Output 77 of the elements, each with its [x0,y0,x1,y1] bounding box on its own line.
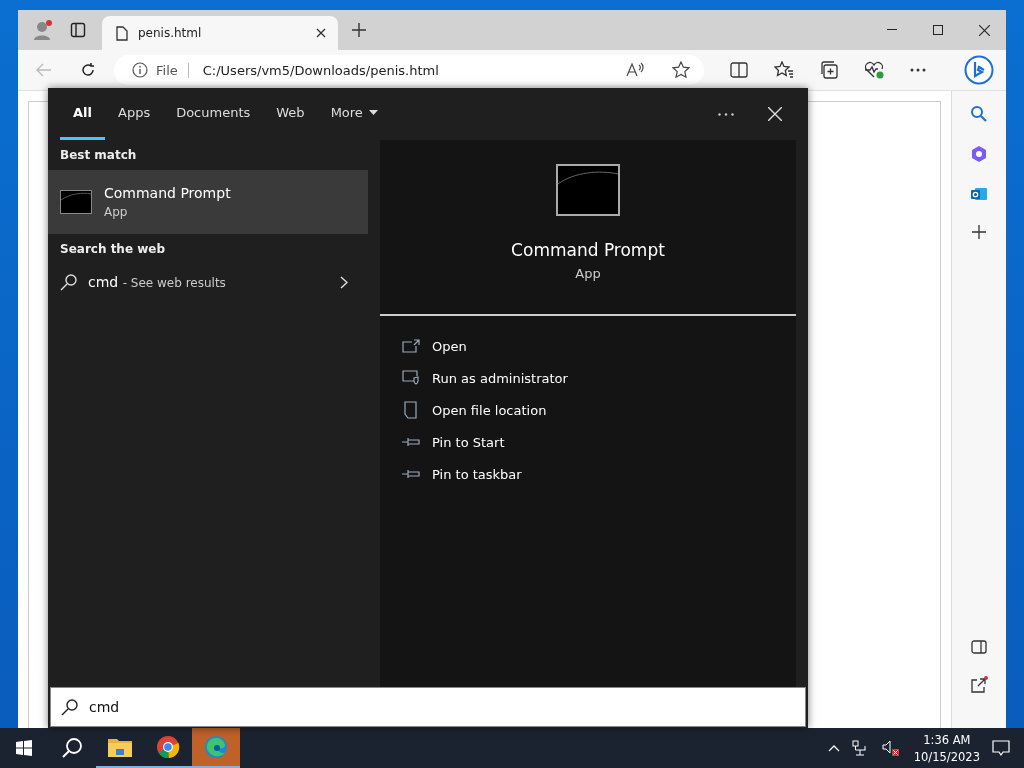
outlook-icon[interactable] [970,185,988,203]
action-item[interactable]: Run as administrator [402,362,796,394]
star-icon[interactable] [672,61,690,79]
action-item[interactable]: Open [402,330,796,362]
minimize-icon[interactable] [887,29,897,31]
new-tab-icon[interactable] [352,23,366,37]
folder-icon [108,737,132,757]
heartbeat-icon[interactable] [864,61,884,79]
read-aloud-icon[interactable] [626,62,644,78]
chrome-icon [156,735,180,759]
action-label: Run as administrator [432,370,568,386]
sidebar-icon[interactable] [971,640,987,654]
search-field[interactable]: cmd [50,687,806,727]
result-name: Command Prompt [104,185,231,201]
action-item[interactable]: Pin to Start [402,426,796,458]
profile-icon[interactable] [32,19,54,41]
search-icon[interactable] [970,105,988,123]
notifications-icon[interactable] [992,739,1010,757]
console-icon [556,164,620,216]
close-icon[interactable] [979,24,990,36]
action-item[interactable]: Open file location [402,394,796,426]
tab-title: penis.html [138,26,202,40]
bing-icon[interactable] [964,55,994,85]
add-icon[interactable] [972,225,986,239]
clock-date[interactable]: 10/15/2023 [913,749,980,764]
chevron-icon [340,275,348,289]
folder-icon [402,401,420,419]
search-tab[interactable]: All [60,88,105,140]
info-icon [132,62,148,78]
edge-icon [204,735,228,759]
more-icon[interactable] [910,68,926,72]
chevron-up-icon[interactable] [827,744,840,752]
section-heading: Search the web [59,242,167,256]
favorites-icon[interactable] [774,61,794,79]
preview-name: Command Prompt [511,240,665,260]
protocol-label: File [156,62,189,78]
external-link-icon[interactable] [969,676,989,694]
web-query: cmd - See web results [88,274,226,290]
result-type: App [104,205,129,219]
action-label: Open file location [432,402,547,418]
console-icon [60,190,92,214]
search-query: cmd [89,699,120,715]
preview-type: App [575,266,601,281]
search-icon [61,737,83,759]
best-match-result[interactable]: Command Prompt App [48,170,368,234]
action-label: Pin to Start [432,434,505,450]
close-icon[interactable] [316,28,326,38]
more-icon[interactable] [718,112,734,116]
page-icon [116,25,128,41]
refresh-icon[interactable] [80,62,96,78]
action-label: Pin to taskbar [432,466,522,482]
action-item[interactable]: Pin to taskbar [402,458,796,490]
search-tab[interactable]: More [317,88,391,140]
speaker-muted-icon[interactable] [881,740,900,756]
search-tab[interactable]: Web [263,88,318,140]
windows-icon[interactable] [16,740,32,756]
open-window-icon [402,339,420,353]
maximize-icon[interactable] [933,25,943,35]
shield-icon [402,370,420,386]
action-label: Open [432,338,467,354]
split-screen-icon[interactable] [730,62,748,78]
search-icon [60,273,78,291]
copilot-icon[interactable] [970,145,988,163]
search-tab[interactable]: Apps [105,88,164,140]
network-icon[interactable] [851,740,868,756]
tab-actions-icon[interactable] [70,22,86,38]
browser-tab[interactable]: penis.html [102,16,338,50]
clock-time[interactable]: 1:36 AM [923,732,971,747]
address-bar[interactable]: File C:/Users/vm5/Downloads/penis.html [114,55,704,85]
pin-icon [402,469,420,479]
web-result[interactable]: cmd - See web results [48,264,368,300]
search-tab[interactable]: Documents [163,88,264,140]
collections-icon[interactable] [820,61,838,79]
url-text: C:/Users/vm5/Downloads/penis.html [202,62,439,78]
search-icon [61,698,79,716]
pin-icon [402,437,420,447]
section-heading: Best match [59,148,138,162]
